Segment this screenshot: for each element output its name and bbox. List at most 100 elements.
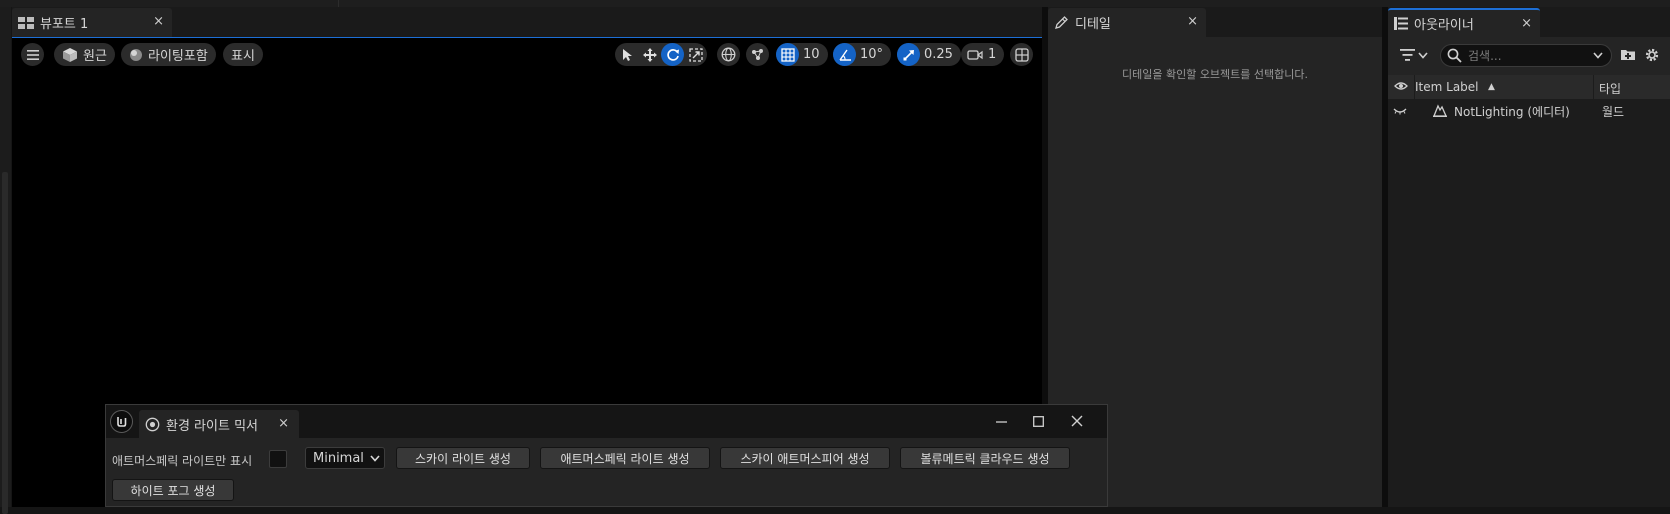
add-folder-button[interactable] — [1620, 47, 1636, 61]
atmo-only-label: 애트머스페릭 라이트만 표시 — [112, 454, 253, 468]
outliner-row[interactable]: NotLighting (에디터) 월드 — [1388, 99, 1670, 123]
eye-icon[interactable] — [1394, 81, 1408, 91]
close-icon[interactable]: × — [278, 416, 289, 431]
grid-snap-icon — [780, 47, 795, 62]
scale-tool-button[interactable] — [684, 43, 707, 66]
chevron-down-icon[interactable] — [1593, 52, 1603, 59]
type-column-header[interactable]: 타입 — [1599, 80, 1621, 97]
search-icon — [1447, 48, 1462, 63]
atmo-only-checkbox[interactable] — [269, 450, 287, 468]
scale-icon — [688, 47, 703, 62]
chevron-down-icon — [370, 454, 380, 462]
world-level-icon — [1433, 104, 1447, 117]
create-height-fog-button[interactable]: 하이트 포그 생성 — [112, 479, 234, 501]
scale-snap-toggle[interactable] — [897, 43, 920, 66]
top-strip-divider — [338, 0, 339, 7]
translate-icon — [642, 47, 657, 62]
minimize-button[interactable] — [990, 411, 1012, 431]
tab-env-light-mixer[interactable]: 환경 라이트 믹서 × — [139, 410, 299, 438]
lighting-sphere-icon — [129, 48, 143, 62]
filter-icon — [1400, 49, 1415, 61]
scale-snap-icon — [902, 48, 916, 62]
viewport-layout-button[interactable] — [1010, 43, 1033, 66]
mixer-title-bar[interactable]: 환경 라이트 믹서 × — [106, 405, 1107, 438]
viewport-grid-icon — [18, 16, 34, 29]
mode-value: Minimal — [313, 450, 364, 466]
mode-dropdown[interactable]: Minimal — [305, 447, 385, 469]
minimize-icon — [995, 416, 1007, 427]
rotation-snap-toggle[interactable] — [833, 43, 856, 66]
outliner-search[interactable] — [1440, 44, 1612, 67]
add-folder-icon — [1620, 47, 1636, 61]
create-atmo-light-button[interactable]: 애트머스페릭 라이트 생성 — [540, 447, 710, 469]
outliner-tab-label: 아웃라이너 — [1414, 18, 1474, 33]
outliner-panel: Item Label ▲ 타입 NotLighting (에디터) 월드 — [1388, 37, 1670, 507]
view-mode-label: 라이팅포함 — [148, 49, 208, 64]
outliner-settings-button[interactable] — [1644, 47, 1660, 63]
view-mode-button[interactable]: 라이팅포함 — [121, 43, 216, 66]
surface-snap-icon — [750, 47, 765, 62]
outliner-row-label: NotLighting (에디터) — [1454, 105, 1570, 119]
coordinate-space-button[interactable] — [717, 43, 740, 66]
layout-icon — [1014, 47, 1029, 62]
grid-snap-toggle[interactable] — [776, 43, 799, 66]
close-icon[interactable]: × — [1187, 14, 1198, 29]
tab-viewport-1[interactable]: 뷰포트 1 × — [12, 8, 172, 37]
surface-snapping-button[interactable] — [746, 43, 769, 66]
perspective-label: 원근 — [83, 49, 107, 64]
left-scrollbar[interactable] — [2, 172, 8, 514]
details-empty-message: 디테일을 확인할 오브젝트를 선택합니다. — [1121, 68, 1309, 81]
angle-snap-icon — [838, 48, 852, 62]
search-input[interactable] — [1468, 48, 1588, 63]
hamburger-icon — [26, 49, 39, 60]
header-divider — [1593, 75, 1594, 99]
tab-outliner[interactable]: 아웃라이너 × — [1388, 8, 1540, 37]
sort-ascending-icon: ▲ — [1488, 82, 1495, 92]
close-icon[interactable]: × — [1521, 16, 1532, 31]
maximize-icon — [1032, 415, 1044, 427]
select-tool-button[interactable] — [615, 43, 638, 66]
maximize-button[interactable] — [1027, 411, 1049, 431]
env-light-icon — [145, 417, 160, 432]
details-tab-label: 디테일 — [1075, 17, 1111, 32]
perspective-button[interactable]: 원근 — [54, 43, 115, 66]
rotate-tool-button[interactable] — [661, 43, 684, 66]
world-icon — [721, 47, 736, 62]
grid-snap-group[interactable]: 10 — [776, 43, 828, 66]
translate-tool-button[interactable] — [638, 43, 661, 66]
close-window-button[interactable] — [1066, 411, 1088, 431]
scale-snap-value[interactable]: 0.25 — [920, 47, 961, 62]
create-volumetric-cloud-button[interactable]: 볼류메트릭 클라우드 생성 — [900, 447, 1070, 469]
outliner-header: Item Label ▲ 타입 — [1388, 75, 1670, 99]
grid-snap-value[interactable]: 10 — [799, 47, 828, 62]
show-button[interactable]: 표시 — [223, 43, 263, 66]
camera-speed-value: 1 — [988, 47, 997, 62]
transform-tools-group — [615, 43, 707, 66]
perspective-cube-icon — [62, 47, 78, 63]
settings-gear-icon — [1644, 47, 1660, 63]
unreal-logo-icon — [110, 410, 133, 433]
create-sky-atmosphere-button[interactable]: 스카이 애트머스피어 생성 — [720, 447, 890, 469]
top-strip — [0, 0, 1670, 7]
viewport-menu-button[interactable] — [21, 43, 44, 66]
show-label: 표시 — [231, 49, 255, 64]
chevron-down-icon — [1418, 51, 1428, 59]
visibility-toggle-icon[interactable] — [1393, 107, 1407, 115]
env-light-mixer-window: 환경 라이트 믹서 × 애트머스페릭 라이트만 표시 Minimal 스카이 라… — [105, 404, 1108, 507]
outliner-toolbar — [1388, 37, 1670, 75]
item-label-column-header[interactable]: Item Label — [1415, 80, 1479, 94]
viewport-tab-label: 뷰포트 1 — [40, 17, 89, 32]
camera-icon — [967, 49, 983, 61]
filter-button[interactable] — [1400, 49, 1428, 61]
select-arrow-icon — [621, 48, 633, 62]
tab-details[interactable]: 디테일 × — [1048, 8, 1206, 37]
rotation-snap-group[interactable]: 10° — [833, 43, 892, 66]
pencil-icon — [1054, 15, 1069, 30]
create-sky-light-button[interactable]: 스카이 라이트 생성 — [396, 447, 530, 469]
scale-snap-group[interactable]: 0.25 — [897, 43, 961, 66]
close-icon[interactable]: × — [153, 14, 164, 29]
rotation-snap-value[interactable]: 10° — [856, 47, 891, 62]
camera-speed-button[interactable]: 1 — [961, 43, 1005, 66]
outliner-row-type: 월드 — [1602, 105, 1625, 119]
mixer-tab-label: 환경 라이트 믹서 — [166, 418, 258, 434]
